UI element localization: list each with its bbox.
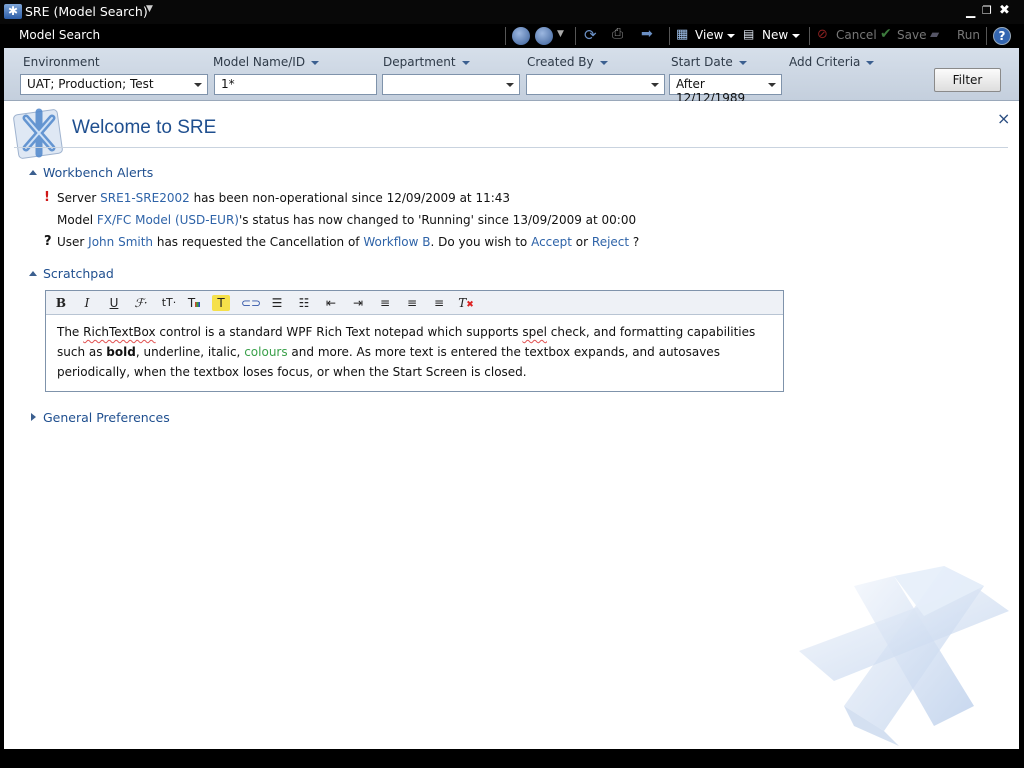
alert-item: Server SRE1-SRE2002 has been non-operati… (57, 191, 511, 205)
save-button[interactable]: Save (897, 28, 926, 42)
alert-item: User John Smith has requested the Cancel… (57, 235, 640, 249)
add-criteria-button[interactable]: Add Criteria (789, 55, 875, 69)
close-icon[interactable]: ✖ (999, 4, 1010, 17)
font-icon[interactable]: ℱ· (132, 295, 150, 311)
close-welcome-icon[interactable]: × (997, 109, 1010, 128)
main-toolbar: Model Search ▼ ⟳ ⎙ ➡ ▦ View ▤ New ⊘ Canc… (0, 24, 1024, 48)
export-icon[interactable]: ➡ (641, 26, 653, 42)
model-name-value: 1* (221, 77, 235, 91)
window-title: SRE (Model Search) (25, 4, 148, 19)
underline-icon[interactable]: U (105, 295, 123, 311)
cancel-icon: ⊘ (817, 27, 828, 42)
toolbar-title: Model Search (19, 28, 101, 42)
forward-icon[interactable] (535, 27, 553, 45)
welcome-title: Welcome to SRE (72, 117, 217, 138)
link-icon[interactable]: ⊂⊃ (241, 295, 261, 311)
divider (14, 147, 1008, 148)
scratchpad-text[interactable]: The RichTextBox control is a standard WP… (57, 322, 772, 382)
toolbar-separator (809, 27, 810, 45)
run-button[interactable]: Run (957, 28, 980, 42)
environment-select[interactable]: UAT; Production; Test (20, 74, 208, 95)
run-icon: ▰ (930, 27, 940, 41)
model-link[interactable]: FX/FC Model (USD-EUR) (97, 213, 239, 227)
cancel-button[interactable]: Cancel (836, 28, 877, 42)
numbered-list-icon[interactable]: ☰ (268, 295, 286, 311)
font-size-icon[interactable]: tT· (158, 295, 180, 311)
user-link[interactable]: John Smith (88, 235, 153, 249)
start-date-select[interactable]: After 12/12/1989 (669, 74, 782, 105)
toolbar-separator (575, 27, 576, 45)
collapse-triangle-icon[interactable] (29, 271, 37, 276)
indent-icon[interactable]: ⇥ (349, 295, 367, 311)
scratchpad-heading[interactable]: Scratchpad (43, 266, 114, 281)
scratchpad-editor[interactable]: B I U ℱ· tT· T T ⊂⊃ ☰ ☷ ⇤ ⇥ ≡ ≡ ≡ T✖ The… (45, 290, 784, 392)
toolbar-separator (505, 27, 506, 45)
collapse-triangle-icon[interactable] (29, 170, 37, 175)
new-document-icon: ▤ (743, 27, 755, 41)
error-icon: ! (44, 190, 50, 205)
start-date-filter-label[interactable]: Start Date (671, 55, 747, 69)
chevron-down-icon (506, 83, 514, 87)
filter-button[interactable]: Filter (934, 68, 1001, 92)
outdent-icon[interactable]: ⇤ (322, 295, 340, 311)
filter-bar: Environment UAT; Production; Test Model … (4, 48, 1019, 105)
chevron-down-icon (651, 83, 659, 87)
restore-icon[interactable]: ❐ (982, 5, 992, 17)
created-by-filter-label[interactable]: Created By (527, 55, 608, 69)
help-icon[interactable]: ? (993, 27, 1011, 45)
sre-logo-icon (13, 108, 63, 159)
chevron-down-icon (768, 83, 776, 87)
view-icon: ▦ (676, 27, 689, 42)
align-right-icon[interactable]: ≡ (430, 295, 448, 311)
server-link[interactable]: SRE1-SRE2002 (100, 191, 190, 205)
minimize-icon[interactable]: ▁ (966, 5, 975, 17)
workbench-alerts-heading[interactable]: Workbench Alerts (43, 165, 153, 180)
italic-icon[interactable]: I (78, 295, 96, 311)
clear-format-icon[interactable]: T✖ (457, 295, 475, 311)
general-preferences-heading[interactable]: General Preferences (43, 410, 170, 425)
department-select[interactable] (382, 74, 520, 95)
back-icon[interactable] (512, 27, 530, 45)
bold-icon[interactable]: B (52, 295, 70, 311)
environment-value: UAT; Production; Test (27, 77, 154, 91)
workflow-link[interactable]: Workflow B (363, 235, 430, 249)
save-check-icon: ✔ (880, 26, 892, 42)
text-color-icon[interactable]: T (185, 295, 203, 311)
model-name-input[interactable]: 1* (214, 74, 377, 95)
print-icon[interactable]: ⎙ (612, 26, 623, 42)
window-menu-chevron-icon[interactable]: ▼ (146, 4, 153, 14)
rich-text-toolbar: B I U ℱ· tT· T T ⊂⊃ ☰ ☷ ⇤ ⇥ ≡ ≡ ≡ T✖ (46, 291, 783, 315)
bullet-list-icon[interactable]: ☷ (295, 295, 313, 311)
department-filter-label[interactable]: Department (383, 55, 470, 69)
toolbar-separator (986, 27, 987, 45)
model-name-filter-label[interactable]: Model Name/ID (213, 55, 320, 69)
start-screen: Welcome to SRE × Workbench Alerts ! Serv… (4, 101, 1019, 749)
alert-item: Model FX/FC Model (USD-EUR)'s status has… (57, 213, 637, 227)
expand-triangle-icon[interactable] (31, 413, 36, 421)
chevron-down-icon (194, 83, 202, 87)
environment-label: Environment (23, 55, 100, 69)
created-by-select[interactable] (526, 74, 665, 95)
new-menu-button[interactable]: New (762, 28, 801, 42)
view-menu-button[interactable]: View (695, 28, 736, 42)
accept-link[interactable]: Accept (531, 235, 572, 249)
reject-link[interactable]: Reject (592, 235, 629, 249)
app-icon[interactable]: ✱ (4, 4, 22, 19)
toolbar-separator (669, 27, 670, 45)
question-icon: ? (44, 234, 52, 249)
align-left-icon[interactable]: ≡ (376, 295, 394, 311)
history-chevron-icon[interactable]: ▼ (557, 29, 564, 39)
title-bar: ✱ SRE (Model Search) ▼ ▁ ❐ ✖ (0, 0, 1024, 24)
refresh-icon[interactable]: ⟳ (584, 26, 597, 44)
decorative-logo-icon (799, 566, 1009, 746)
align-center-icon[interactable]: ≡ (403, 295, 421, 311)
highlight-icon[interactable]: T (212, 295, 230, 311)
